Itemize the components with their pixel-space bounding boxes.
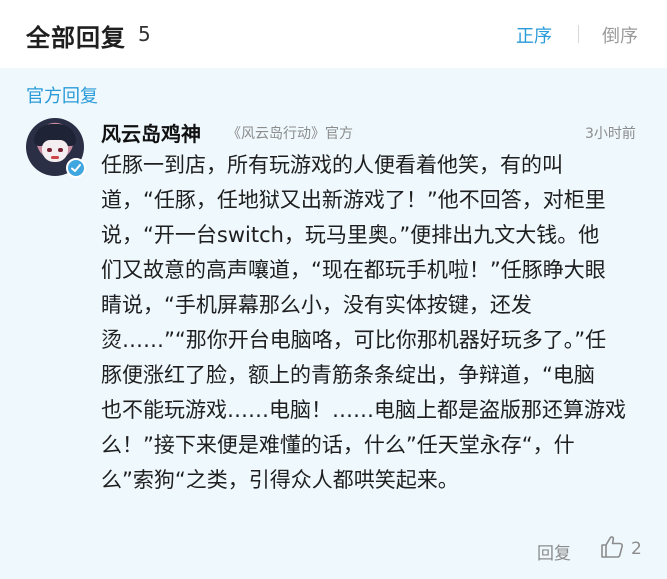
verified-badge-icon bbox=[66, 158, 86, 178]
sort-divider bbox=[578, 25, 579, 43]
timestamp: 3小时前 bbox=[585, 126, 636, 142]
source-tag: 《风云岛行动》官方 bbox=[227, 126, 353, 142]
thumbs-up-icon[interactable] bbox=[599, 534, 625, 560]
comment-line: 睛说，“手机屏幕那么小，没有实体按键，还发 bbox=[101, 293, 532, 317]
reply-button[interactable]: 回复 bbox=[537, 539, 571, 564]
comment-line: 任豚一到店，所有玩游戏的人便看着他笑，有的叫 bbox=[101, 153, 563, 177]
sort-ascending-button[interactable]: 正序 bbox=[516, 22, 552, 48]
comment-line: 们又故意的高声嚷道，“现在都玩手机啦！”任豚睁大眼 bbox=[101, 258, 606, 282]
comment-line: 说，“开一台switch，玩马里奥。”便排出九文大钱。他 bbox=[101, 223, 600, 247]
comment-line: 也不能玩游戏……电脑！……电脑上都是盗版那还算游戏 bbox=[101, 398, 626, 422]
avatar-mark bbox=[51, 156, 59, 159]
comment-content: 任豚一到店，所有玩游戏的人便看着他笑，有的叫 道，“任豚，任地狱又出新游戏了！”… bbox=[101, 148, 646, 498]
like-count: 2 bbox=[631, 539, 642, 559]
comment-line: 么！”接下来便是难懂的话，什么”任天堂永存“，什 bbox=[101, 433, 575, 457]
replies-header: 全部回复 5 正序 倒序 bbox=[0, 0, 667, 68]
sort-descending-button[interactable]: 倒序 bbox=[602, 22, 638, 48]
comment-line: 道，“任豚，任地狱又出新游戏了！”他不回答，对柜里 bbox=[101, 188, 606, 212]
header-title: 全部回复 bbox=[26, 24, 126, 52]
official-reply-label: 官方回复 bbox=[26, 86, 98, 107]
reply-count: 5 bbox=[138, 22, 151, 46]
comment-line: 么”索狗“之类，引得众人都哄笑起来。 bbox=[101, 468, 459, 492]
username[interactable]: 风云岛鸡神 bbox=[101, 118, 201, 147]
comment-line: 烫……”“那你开台电脑咯，可比你那机器好玩多了。”任 bbox=[101, 328, 607, 352]
avatar-eye bbox=[58, 148, 63, 152]
comment-line: 豚便涨红了脸，额上的青筋条条绽出，争辩道，“电脑 bbox=[101, 363, 595, 387]
avatar-eye bbox=[47, 148, 52, 152]
